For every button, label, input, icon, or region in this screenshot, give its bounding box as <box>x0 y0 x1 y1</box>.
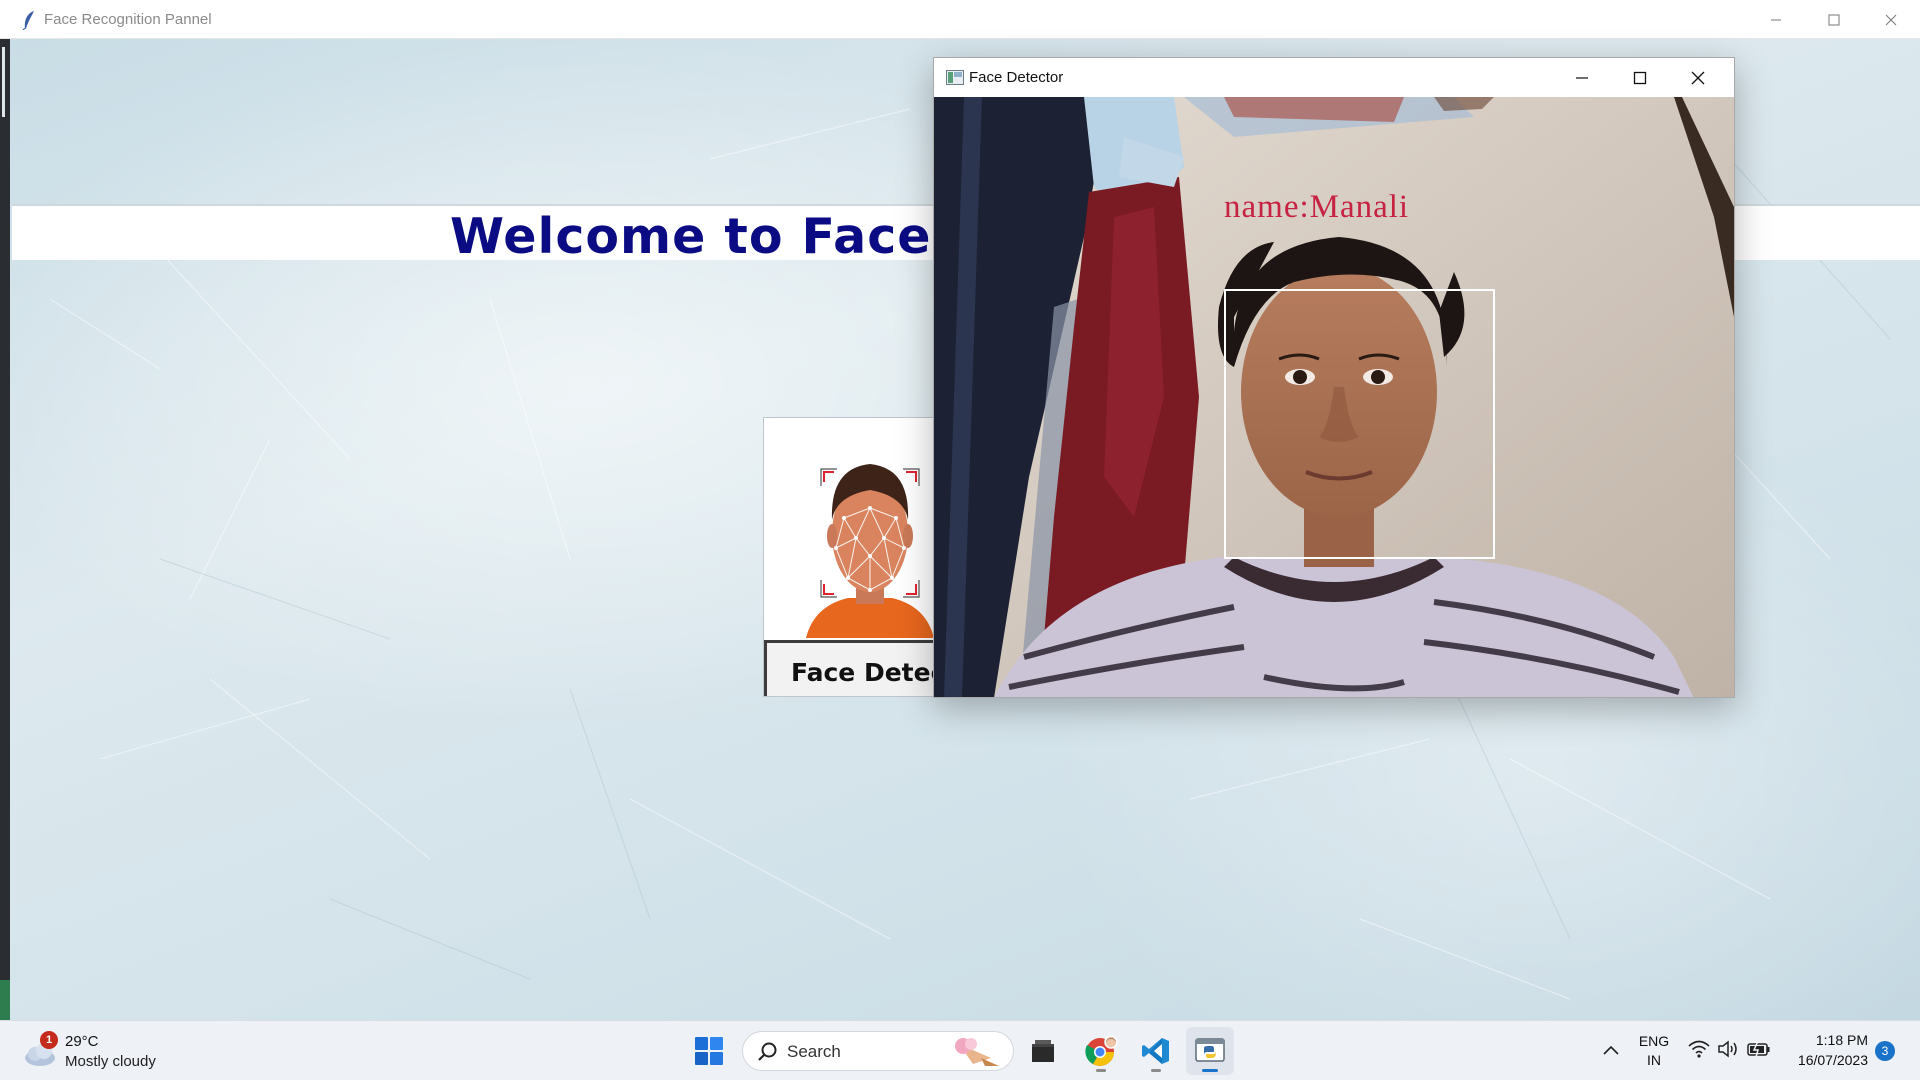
taskbar-search-box[interactable]: Search <box>742 1031 1014 1071</box>
main-window-title: Face Recognition Pannel <box>44 11 212 28</box>
detector-titlebar[interactable]: Face Detector <box>934 58 1734 97</box>
detector-minimize-button[interactable] <box>1553 58 1611 97</box>
windows-start-icon <box>695 1037 723 1065</box>
file-explorer-icon <box>1032 1040 1054 1062</box>
search-highlight-icon <box>955 1038 999 1066</box>
detector-close-button[interactable] <box>1669 58 1727 97</box>
face-scan-illustration[interactable] <box>804 438 936 638</box>
weather-condition: Mostly cloudy <box>65 1053 156 1070</box>
minimize-icon <box>1576 76 1588 79</box>
search-label: Search <box>787 1042 841 1061</box>
left-window-edge <box>0 39 10 1020</box>
python-app-icon <box>1195 1038 1225 1062</box>
start-button[interactable] <box>685 1027 733 1075</box>
search-icon <box>758 1042 777 1061</box>
detector-maximize-button[interactable] <box>1611 58 1669 97</box>
show-hidden-icons-button[interactable] <box>1598 1037 1624 1063</box>
battery-charging-icon[interactable] <box>1747 1039 1771 1059</box>
vscode-running-indicator <box>1151 1069 1161 1072</box>
main-titlebar[interactable]: Face Recognition Pannel <box>0 0 1920 39</box>
left-edge-accent-top <box>2 47 5 117</box>
wifi-icon[interactable] <box>1688 1039 1710 1059</box>
chevron-up-icon <box>1603 1045 1619 1055</box>
taskbar-file-explorer[interactable] <box>1019 1027 1067 1075</box>
welcome-heading: Welcome to Face <box>450 208 932 265</box>
clock-date[interactable]: 16/07/2023 <box>1782 1052 1868 1068</box>
detector-window-title: Face Detector <box>969 69 1064 86</box>
weather-temperature: 29°C <box>65 1033 99 1050</box>
taskbar-python-app[interactable] <box>1186 1027 1234 1075</box>
chrome-icon <box>1085 1035 1118 1066</box>
minimize-button[interactable] <box>1747 0 1805 39</box>
weather-alert-badge: 1 <box>40 1031 58 1049</box>
chrome-running-indicator <box>1096 1069 1106 1072</box>
feather-icon <box>22 11 34 30</box>
volume-icon[interactable] <box>1717 1039 1739 1059</box>
python-app-active-indicator <box>1202 1069 1218 1072</box>
taskbar-vscode[interactable] <box>1132 1027 1180 1075</box>
detected-name-label: name:Manali <box>1224 189 1410 225</box>
notification-badge[interactable]: 3 <box>1875 1041 1895 1061</box>
vscode-icon <box>1142 1038 1169 1064</box>
close-icon <box>1691 71 1705 84</box>
maximize-icon <box>1633 71 1647 84</box>
opencv-window-icon <box>946 70 964 85</box>
taskbar: 1 29°C Mostly cloudy Search ENG IN 1:18 … <box>0 1020 1920 1080</box>
language-indicator[interactable]: ENG <box>1637 1033 1671 1049</box>
face-detector-window[interactable]: Face Detector name:Manali <box>933 57 1735 698</box>
taskbar-chrome[interactable] <box>1077 1027 1125 1075</box>
weather-widget[interactable]: 1 29°C Mostly cloudy <box>18 1031 198 1073</box>
minimize-icon <box>1771 19 1781 20</box>
region-indicator[interactable]: IN <box>1637 1052 1671 1068</box>
close-icon <box>1885 14 1897 25</box>
maximize-button[interactable] <box>1805 0 1863 39</box>
maximize-icon <box>1828 14 1840 25</box>
left-edge-accent-bottom <box>0 980 10 1020</box>
face-bounding-box <box>1224 289 1495 559</box>
clock-time[interactable]: 1:18 PM <box>1782 1032 1868 1048</box>
close-button[interactable] <box>1862 0 1920 39</box>
camera-feed: name:Manali <box>934 97 1734 697</box>
